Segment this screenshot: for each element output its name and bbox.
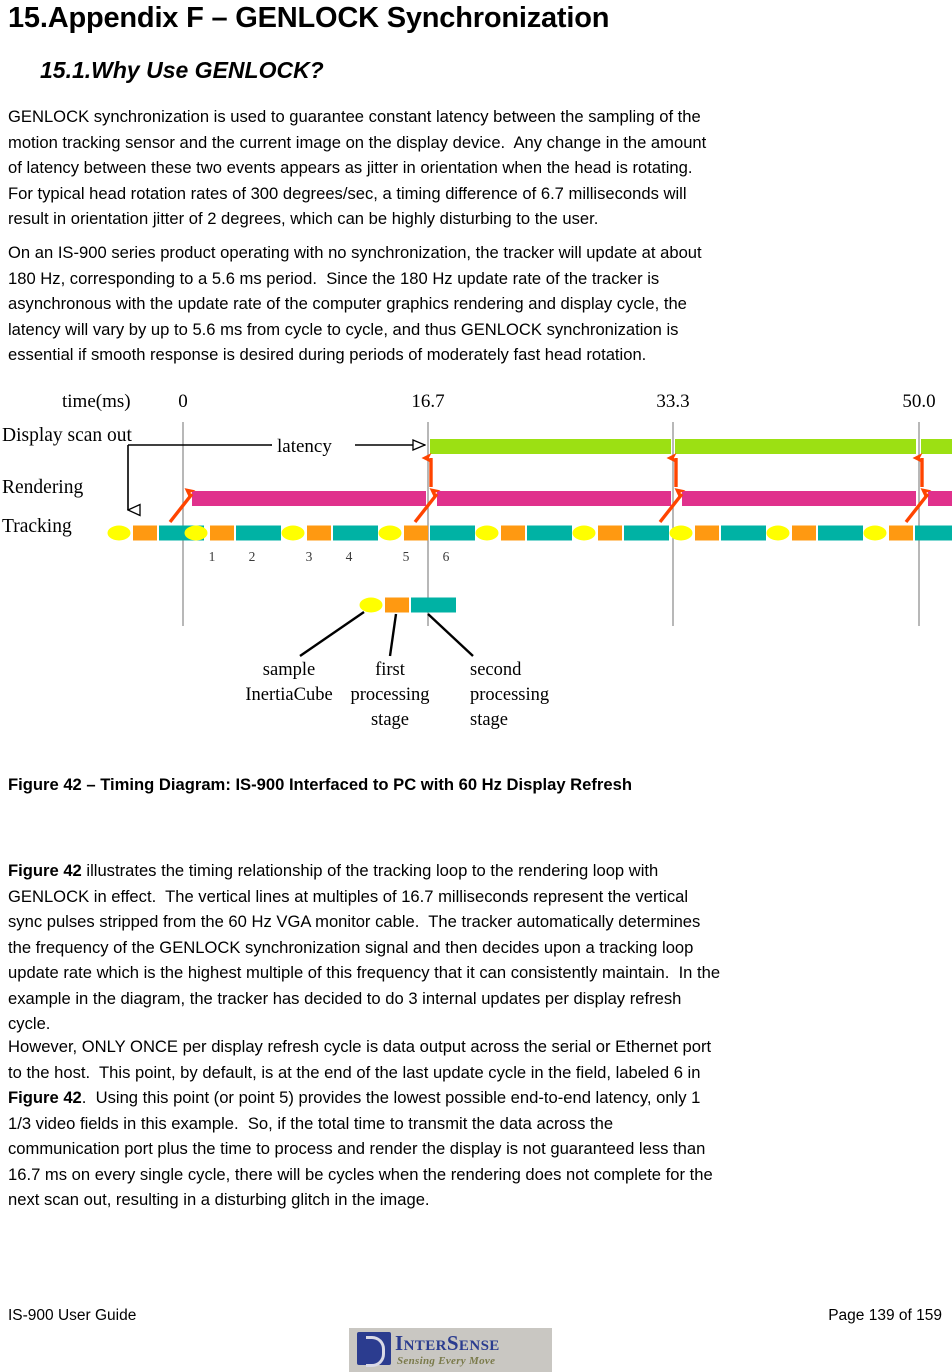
callout-line: stage xyxy=(371,710,409,730)
row-label-display-scan-out: Display scan out xyxy=(2,425,133,446)
bold-ref: Figure 42 xyxy=(8,1088,82,1107)
heading1-number: 15. xyxy=(8,2,48,34)
paragraph-line: On an IS-900 series product operating wi… xyxy=(8,243,702,262)
cell-number: 1 xyxy=(209,549,216,564)
heading1-text: Appendix F – GENLOCK Synchronization xyxy=(47,2,610,34)
paragraph-line: example in the diagram, the tracker has … xyxy=(8,988,682,1008)
paragraph-line: of latency between these two events appe… xyxy=(8,158,693,177)
paragraph-line: motion tracking sensor and the current i… xyxy=(8,132,707,152)
axis-label-time: time(ms) xyxy=(62,391,131,412)
paragraph-line: next scan out, resulting in a disturbing… xyxy=(8,1190,430,1209)
row-label-tracking: Tracking xyxy=(2,516,72,537)
callout-sample-cell xyxy=(359,597,456,613)
latency-label: latency xyxy=(277,436,332,457)
logo-wordmark: InterSense xyxy=(395,1331,500,1355)
footer-document-title: IS-900 User Guide xyxy=(8,1307,137,1324)
paragraph-figure-explanation: Figure 42 illustrates the timing relatio… xyxy=(8,858,938,1037)
paragraph-line: For typical head rotation rates of 300 d… xyxy=(8,183,687,203)
paragraph-intro: GENLOCK synchronization is used to guara… xyxy=(8,104,938,232)
time-tick-0: 0 xyxy=(178,391,188,412)
time-tick-2: 33.3 xyxy=(656,391,689,412)
timing-diagram-figure: time(ms) 0 16.7 33.3 50.0 Display scan o… xyxy=(0,378,952,760)
cell-number: 2 xyxy=(249,549,256,564)
paragraph-line: 16.7 ms on every single cycle, there wil… xyxy=(8,1164,713,1184)
display-scan-out-bars xyxy=(430,439,952,454)
paragraph-line: 180 Hz, corresponding to a 5.6 ms period… xyxy=(8,268,660,288)
paragraph-line: communication port plus the time to proc… xyxy=(8,1139,706,1158)
paragraph-line: Figure 42. Using this point (or point 5)… xyxy=(8,1085,938,1111)
paragraph-line: sync pulses stripped from the 60 Hz VGA … xyxy=(8,912,701,931)
paragraph-text: . Using this point (or point 5) provides… xyxy=(81,1088,701,1107)
paragraph-output-timing: However, ONLY ONCE per display refresh c… xyxy=(8,1034,938,1213)
rendering-bars xyxy=(192,491,952,506)
paragraph-line: However, ONLY ONCE per display refresh c… xyxy=(8,1037,712,1056)
paragraph-line: 1/3 video fields in this example. So, if… xyxy=(8,1113,614,1133)
sync-arrows-rendering-to-display xyxy=(421,453,924,487)
callout-line: stage xyxy=(470,710,508,730)
time-tick-3: 50.0 xyxy=(902,391,935,412)
paragraph-line: GENLOCK synchronization is used to guara… xyxy=(8,107,701,126)
callout-line: second xyxy=(470,660,522,680)
paragraph-line: update rate which is the highest multipl… xyxy=(8,963,721,982)
paragraph-line: cycle. xyxy=(8,1014,51,1033)
paragraph-line: asynchronous with the update rate of the… xyxy=(8,294,687,313)
paragraph-line: result in orientation jitter of 2 degree… xyxy=(8,209,599,228)
paragraph-line: essential if smooth response is desired … xyxy=(8,345,647,364)
bold-ref: Figure 42 xyxy=(8,861,82,880)
callout-leader-lines xyxy=(299,611,474,657)
logo-tagline: Sensing Every Move xyxy=(397,1355,496,1367)
timing-diagram-svg: time(ms) 0 16.7 33.3 50.0 Display scan o… xyxy=(2,391,952,730)
paragraph-line: the frequency of the GENLOCK synchroniza… xyxy=(8,937,694,957)
tracking-cell-numbers: 1 2 3 4 5 6 xyxy=(209,549,450,564)
callout-line: InertiaCube xyxy=(245,685,332,705)
heading2-text: Why Use GENLOCK? xyxy=(91,57,324,83)
callout-line: sample xyxy=(263,660,315,680)
callout-label-second-stage: second processing stage xyxy=(470,660,549,730)
footer-page-number: Page 139 of 159 xyxy=(828,1307,942,1324)
callout-label-sample: sample InertiaCube xyxy=(245,660,332,705)
callout-label-first-stage: first processing stage xyxy=(350,660,429,730)
paragraph-line: Figure 42 illustrates the timing relatio… xyxy=(8,858,938,884)
cell-number: 4 xyxy=(346,549,353,564)
row-label-rendering: Rendering xyxy=(2,477,83,498)
figure-caption: Figure 42 – Timing Diagram: IS-900 Inter… xyxy=(8,775,632,794)
section-heading: 15.1.Why Use GENLOCK? xyxy=(40,57,324,84)
paragraph-line: to the host. This point, by default, is … xyxy=(8,1062,701,1082)
paragraph-text: illustrates the timing relationship of t… xyxy=(81,861,659,880)
paragraph-no-sync: On an IS-900 series product operating wi… xyxy=(8,240,938,368)
intersense-monogram-icon xyxy=(357,1332,391,1367)
time-tick-1: 16.7 xyxy=(411,391,444,412)
intersense-logo: InterSense Sensing Every Move xyxy=(349,1328,552,1372)
page-title: 15.Appendix F – GENLOCK Synchronization xyxy=(8,2,609,35)
cell-number: 6 xyxy=(443,549,450,564)
heading2-number: 15.1. xyxy=(40,57,92,83)
document-page: 15.Appendix F – GENLOCK Synchronization … xyxy=(0,0,952,1372)
paragraph-line: GENLOCK in effect. The vertical lines at… xyxy=(8,886,689,906)
callout-line: first xyxy=(375,660,406,680)
tracking-cells xyxy=(107,525,952,541)
cell-number: 3 xyxy=(306,549,313,564)
cell-number: 5 xyxy=(403,549,410,564)
callout-line: processing xyxy=(350,685,429,705)
paragraph-line: latency will vary by up to 5.6 ms from c… xyxy=(8,319,679,339)
callout-line: processing xyxy=(470,685,549,705)
